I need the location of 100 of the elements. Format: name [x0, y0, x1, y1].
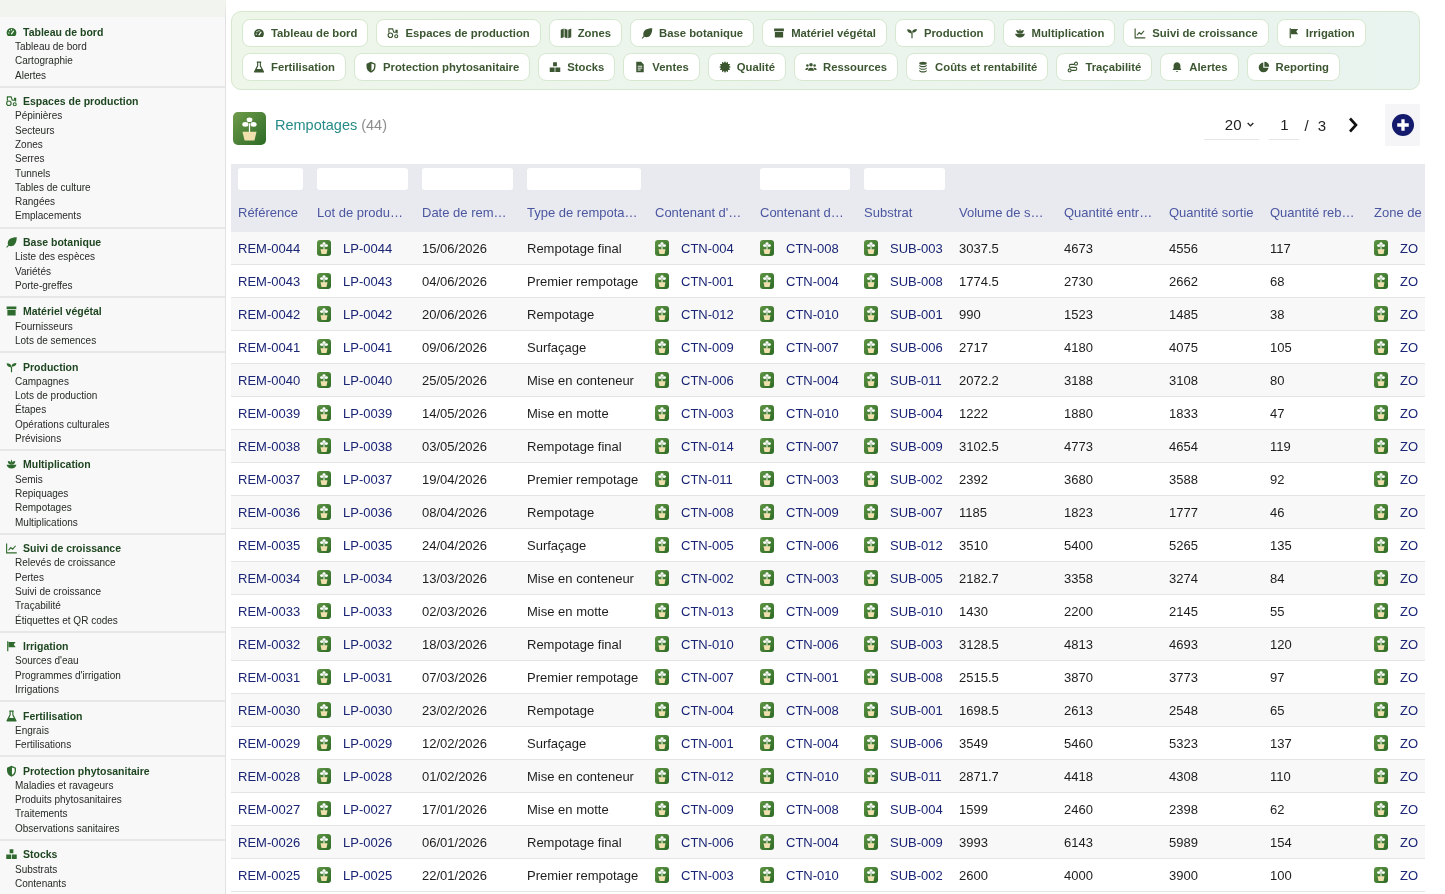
record-link[interactable]: ZO — [1400, 405, 1419, 421]
record-link[interactable]: CTN-004 — [786, 273, 839, 289]
sidebar-item[interactable]: Fertilisations — [0, 738, 225, 753]
record-link[interactable]: SUB-002 — [890, 471, 943, 487]
record-link[interactable]: ZO — [1400, 735, 1419, 751]
nav-tab[interactable]: Tableau de bord — [242, 19, 369, 47]
record-link[interactable]: CTN-003 — [681, 867, 734, 883]
record-link[interactable]: LP-0026 — [343, 834, 393, 850]
sidebar-item[interactable]: Opérations culturales — [0, 417, 225, 432]
column-header[interactable]: Quantité sortie — [1162, 205, 1254, 220]
sidebar-item[interactable]: Repiquages — [0, 487, 225, 502]
record-link[interactable]: LP-0038 — [343, 438, 393, 454]
page-number-field[interactable]: 1 — [1269, 110, 1300, 140]
record-link[interactable]: CTN-003 — [786, 471, 839, 487]
sidebar-item[interactable]: Traçabilité — [0, 599, 225, 614]
sidebar-item[interactable]: Rangées — [0, 195, 225, 210]
record-link[interactable]: CTN-011 — [681, 471, 733, 487]
record-link[interactable]: LP-0030 — [343, 702, 393, 718]
nav-tab[interactable]: Fertilisation — [242, 53, 347, 81]
nav-tab[interactable]: Zones — [548, 19, 622, 47]
sidebar-group-title[interactable]: Stocks — [23, 848, 58, 861]
sidebar-item[interactable]: Produits phytosanitaires — [0, 793, 225, 808]
nav-tab[interactable]: Matériel végétal — [762, 19, 887, 47]
column-header[interactable]: Lot de produ… — [310, 205, 403, 220]
record-link[interactable]: SUB-003 — [890, 636, 943, 652]
record-link[interactable]: SUB-006 — [890, 735, 943, 751]
nav-tab[interactable]: Ventes — [623, 53, 700, 81]
record-link[interactable]: CTN-004 — [681, 702, 734, 718]
record-link[interactable]: ZO — [1400, 438, 1419, 454]
sidebar-item[interactable]: Lots de production — [0, 389, 225, 404]
record-link[interactable]: SUB-004 — [890, 405, 943, 421]
record-link[interactable]: ZO — [1400, 636, 1419, 652]
sidebar-item[interactable]: Programmes d'irrigation — [0, 668, 225, 683]
record-link[interactable]: ZO — [1400, 504, 1419, 520]
record-link[interactable]: REM-0041 — [238, 339, 301, 355]
record-link[interactable]: CTN-005 — [681, 537, 734, 553]
record-link[interactable]: SUB-003 — [890, 240, 943, 256]
sidebar-item[interactable]: Campagnes — [0, 374, 225, 390]
record-link[interactable]: CTN-009 — [681, 339, 734, 355]
record-link[interactable]: SUB-010 — [890, 603, 943, 619]
record-link[interactable]: SUB-011 — [890, 768, 942, 784]
sidebar-item[interactable]: Fournisseurs — [0, 319, 225, 334]
nav-tab[interactable]: Irrigation — [1276, 19, 1366, 47]
sidebar-item[interactable]: Irrigations — [0, 683, 225, 698]
record-link[interactable]: SUB-004 — [890, 801, 943, 817]
record-link[interactable]: LP-0036 — [343, 504, 393, 520]
record-link[interactable]: REM-0038 — [238, 438, 301, 454]
record-link[interactable]: SUB-012 — [890, 537, 943, 553]
sidebar-item[interactable]: Maladies et ravageurs — [0, 778, 225, 794]
nav-tab[interactable]: Production — [894, 19, 995, 47]
sidebar-item[interactable]: Pépinières — [0, 109, 225, 124]
record-link[interactable]: LP-0040 — [343, 372, 393, 388]
next-page-button[interactable] — [1347, 116, 1359, 134]
record-link[interactable]: SUB-011 — [890, 372, 942, 388]
sidebar-group-title[interactable]: Espaces de production — [23, 95, 139, 108]
record-link[interactable]: ZO — [1400, 603, 1419, 619]
record-link[interactable]: SUB-007 — [890, 504, 943, 520]
record-link[interactable]: REM-0044 — [238, 240, 301, 256]
record-link[interactable]: CTN-008 — [786, 702, 839, 718]
sidebar-item[interactable]: Engrais — [0, 723, 225, 739]
sidebar-group-title[interactable]: Base botanique — [23, 236, 102, 248]
sidebar-item[interactable]: Variétés — [0, 264, 225, 279]
sidebar-item[interactable]: Sources d'eau — [0, 654, 225, 669]
sidebar-item[interactable]: Serres — [0, 152, 225, 167]
column-header[interactable]: Volume de s… — [952, 205, 1044, 220]
record-link[interactable]: LP-0027 — [343, 801, 393, 817]
sidebar-group-title[interactable]: Tableau de bord — [23, 25, 104, 38]
sidebar-group-title[interactable]: Protection phytosanitaire — [23, 764, 150, 777]
record-link[interactable]: LP-0042 — [343, 306, 393, 322]
column-header[interactable]: Quantité reb… — [1263, 205, 1355, 220]
record-link[interactable]: REM-0042 — [238, 306, 301, 322]
record-link[interactable]: REM-0026 — [238, 834, 301, 850]
sidebar-item[interactable]: Pertes — [0, 570, 225, 585]
record-link[interactable]: SUB-005 — [890, 570, 943, 586]
sidebar-item[interactable]: Liste des espèces — [0, 250, 225, 265]
nav-tab[interactable]: Stocks — [538, 53, 616, 81]
record-link[interactable]: ZO — [1400, 834, 1419, 850]
sidebar-item[interactable]: Étapes — [0, 403, 225, 418]
record-link[interactable]: ZO — [1400, 537, 1419, 553]
record-link[interactable]: REM-0040 — [238, 372, 301, 388]
record-link[interactable]: CTN-007 — [786, 339, 839, 355]
nav-tab[interactable]: Alertes — [1160, 53, 1239, 81]
record-link[interactable]: SUB-009 — [890, 438, 943, 454]
record-link[interactable]: REM-0043 — [238, 273, 301, 289]
record-link[interactable]: CTN-004 — [786, 735, 839, 751]
column-header[interactable]: Contenant d'… — [648, 205, 742, 220]
sidebar-item[interactable]: Porte-greffes — [0, 278, 225, 294]
record-link[interactable]: CTN-004 — [786, 372, 839, 388]
sidebar-item[interactable]: Multiplications — [0, 515, 225, 530]
record-link[interactable]: REM-0033 — [238, 603, 301, 619]
record-link[interactable]: CTN-008 — [681, 504, 734, 520]
record-link[interactable]: CTN-003 — [786, 570, 839, 586]
record-link[interactable]: CTN-010 — [681, 636, 734, 652]
sidebar-group-title[interactable]: Fertilisation — [23, 709, 83, 722]
sidebar-item[interactable]: Étiquettes et QR codes — [0, 613, 225, 628]
column-header[interactable]: Type de rempota… — [520, 205, 638, 220]
nav-tab[interactable]: Espaces de production — [376, 19, 541, 47]
sidebar-item[interactable]: Alertes — [0, 68, 225, 83]
record-link[interactable]: ZO — [1400, 372, 1419, 388]
sidebar-item[interactable]: Contenants — [0, 876, 225, 892]
